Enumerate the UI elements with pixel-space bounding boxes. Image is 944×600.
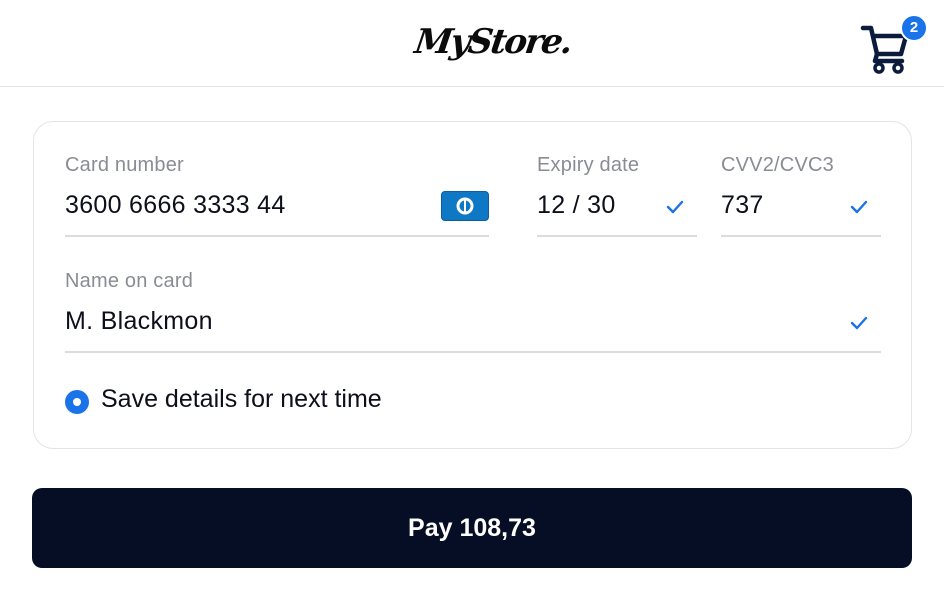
save-details-radio[interactable]	[65, 390, 89, 414]
pay-button[interactable]: Pay 108,73	[32, 488, 912, 568]
card-number-input[interactable]: 3600 6666 3333 44	[65, 191, 286, 220]
store-header: MyStore. 2	[0, 0, 944, 87]
name-on-card-input[interactable]: M. Blackmon	[65, 307, 213, 336]
cvv-input[interactable]: 737	[721, 191, 764, 220]
cvv-underline	[721, 235, 881, 237]
card-number-label: Card number	[65, 154, 184, 176]
diners-club-card-icon	[441, 191, 489, 221]
expiry-date-input[interactable]: 12 / 30	[537, 191, 616, 220]
card-number-underline	[65, 235, 489, 237]
cvv-label: CVV2/CVC3	[721, 154, 834, 176]
save-details-label[interactable]: Save details for next time	[101, 385, 382, 414]
cvv-valid-check-icon	[850, 200, 868, 214]
store-logo[interactable]: MyStore.	[412, 22, 573, 62]
cart-count-badge: 2	[900, 14, 928, 42]
name-valid-check-icon	[850, 316, 868, 330]
expiry-date-label: Expiry date	[537, 154, 640, 176]
name-on-card-label: Name on card	[65, 270, 194, 292]
name-on-card-underline	[65, 351, 881, 353]
payment-card-form: Card number 3600 6666 3333 44 Expiry dat…	[33, 121, 912, 449]
expiry-date-underline	[537, 235, 697, 237]
expiry-valid-check-icon	[666, 200, 684, 214]
